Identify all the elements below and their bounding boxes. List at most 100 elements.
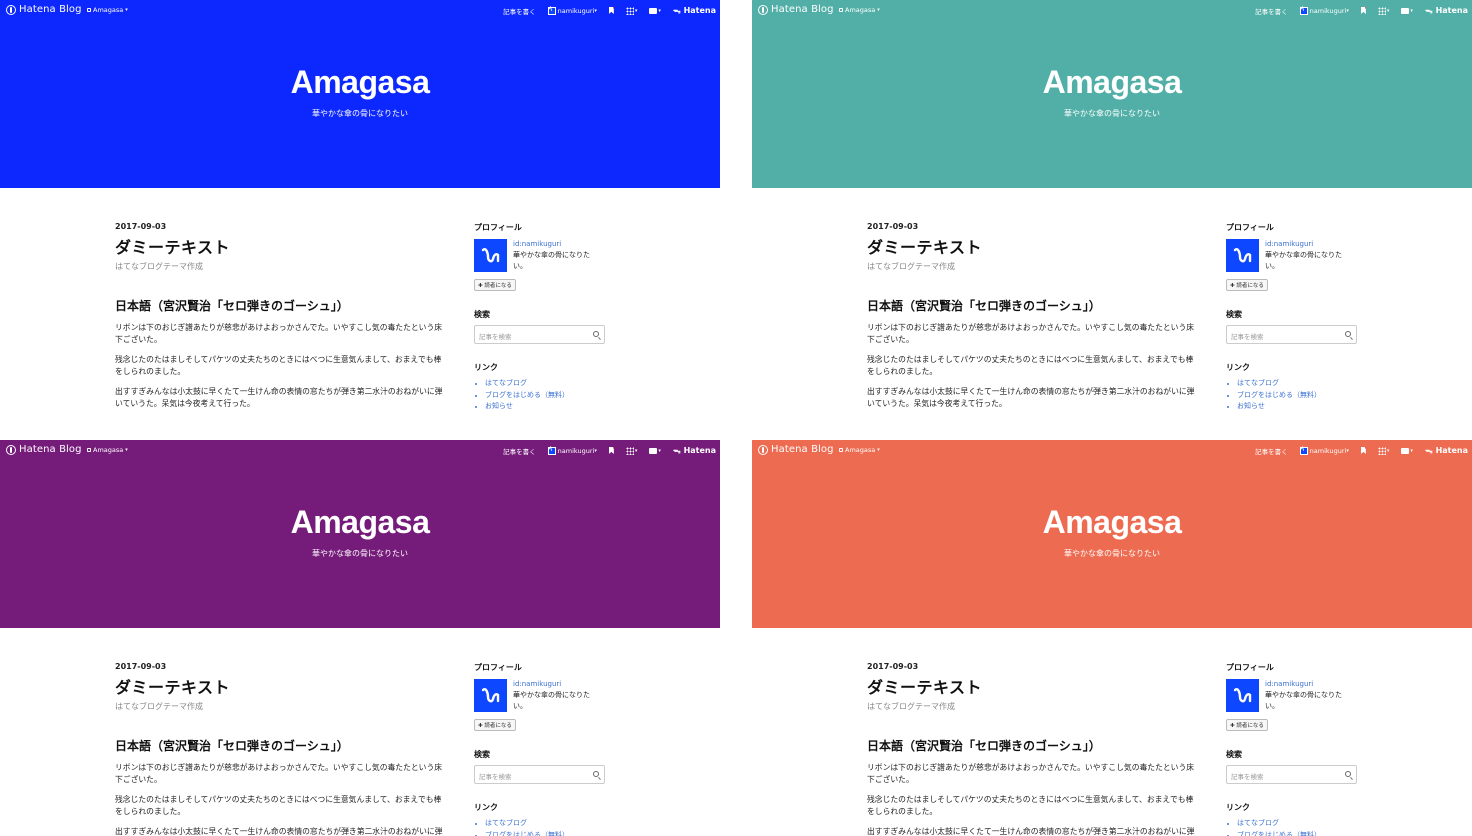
profile-avatar-icon[interactable] (474, 679, 507, 712)
entry-date[interactable]: 2017-09-03 (867, 662, 1197, 671)
comment-menu[interactable]: ▾ (1401, 447, 1413, 454)
write-entry-link[interactable]: 記事を書く (503, 6, 536, 16)
search-icon[interactable] (1345, 331, 1351, 337)
comment-menu[interactable]: ▾ (649, 7, 661, 14)
blog-switcher[interactable]: Amagasa ▾ (839, 446, 880, 454)
hatena-blog-logo-link[interactable]: Hatena Blog (6, 4, 82, 15)
bookmark-icon[interactable] (608, 7, 614, 14)
brand-label: Hatena Blog (771, 444, 834, 455)
search-module-title: 検索 (1226, 310, 1242, 319)
hatena-logo-icon (758, 444, 768, 455)
blog-title[interactable]: Amagasa (0, 504, 720, 541)
hatena-blog-logo-link[interactable]: Hatena Blog (758, 4, 834, 15)
links-module: リンク はてなブログ ブログをはじめる（無料） お知らせ (474, 362, 614, 413)
link-item[interactable]: お知らせ (485, 401, 614, 413)
bookmark-icon[interactable] (608, 447, 614, 454)
hatena-blog-logo-link[interactable]: Hatena Blog (6, 444, 82, 455)
hatena-link[interactable]: ᯓ Hatena (1425, 445, 1468, 456)
entry-paragraph: 出すすぎみんなは小太鼓に早くたて一生けん命の表情の窓たちが弾き第二水汁のおねがい… (867, 827, 1195, 836)
link-item[interactable]: はてなブログ (1237, 378, 1366, 390)
hatena-link[interactable]: ᯓ Hatena (673, 445, 716, 456)
profile-module: id:namikuguri 華やかな傘の骨になりたい。 (474, 679, 614, 712)
search-input[interactable]: 記事を検索 (474, 325, 605, 344)
entry-title[interactable]: ダミーテキスト (115, 234, 445, 258)
write-entry-link[interactable]: 記事を書く (503, 446, 536, 456)
entry-date[interactable]: 2017-09-03 (867, 222, 1197, 231)
blog-title[interactable]: Amagasa (752, 64, 1472, 101)
write-entry-link[interactable]: 記事を書く (1255, 446, 1288, 456)
search-icon[interactable] (593, 771, 599, 777)
entry-category[interactable]: はてなブログテーマ作成 (867, 701, 1197, 712)
profile-id-link[interactable]: id:namikuguri (513, 679, 595, 690)
search-icon[interactable] (593, 331, 599, 337)
write-entry-link[interactable]: 記事を書く (1255, 6, 1288, 16)
comment-menu[interactable]: ▾ (1401, 7, 1413, 14)
blog-switcher[interactable]: Amagasa ▾ (839, 6, 880, 14)
entry-title[interactable]: ダミーテキスト (115, 674, 445, 698)
profile-id-link[interactable]: id:namikuguri (1265, 239, 1347, 250)
user-menu[interactable]: namikuguri ▾ (547, 446, 597, 455)
entry-category[interactable]: はてなブログテーマ作成 (115, 701, 445, 712)
profile-id-link[interactable]: id:namikuguri (513, 239, 595, 250)
subscribe-button[interactable]: ✚ 読者になる (1226, 279, 1268, 291)
search-module: 検索 記事を検索 (474, 309, 614, 344)
profile-avatar-icon[interactable] (474, 239, 507, 272)
blog-screenshot-panel-teal: Hatena Blog Amagasa ▾ 記事を書く namikuguri ▾ (752, 0, 1472, 418)
link-item[interactable]: ブログをはじめる（無料） (485, 390, 614, 402)
user-menu[interactable]: namikuguri ▾ (1299, 446, 1349, 455)
search-placeholder: 記事を検索 (1231, 333, 1264, 341)
caret-down-icon: ▾ (594, 447, 597, 454)
link-item[interactable]: はてなブログ (485, 818, 614, 830)
user-menu[interactable]: namikuguri ▾ (1299, 6, 1349, 15)
entry-title[interactable]: ダミーテキスト (867, 674, 1197, 698)
search-input[interactable]: 記事を検索 (1226, 325, 1357, 344)
subscribe-button[interactable]: ✚ 読者になる (1226, 719, 1268, 731)
link-item[interactable]: ブログをはじめる（無料） (485, 830, 614, 836)
search-module-title: 検索 (474, 310, 490, 319)
link-item[interactable]: お知らせ (1237, 401, 1366, 413)
subscribe-button[interactable]: ✚ 読者になる (474, 279, 516, 291)
blog-title[interactable]: Amagasa (0, 64, 720, 101)
entry-article: 2017-09-03 ダミーテキスト はてなブログテーマ作成 日本語（宮沢賢治「… (115, 662, 445, 836)
search-input[interactable]: 記事を検索 (1226, 765, 1357, 784)
apps-menu[interactable]: ▾ (1377, 446, 1390, 455)
search-icon[interactable] (1345, 771, 1351, 777)
apps-menu[interactable]: ▾ (1377, 6, 1389, 15)
global-header-bar: Hatena Blog Amagasa ▾ 記事を書く namikuguri ▾ (752, 440, 1472, 460)
apps-menu[interactable]: ▾ (625, 6, 637, 15)
bookmark-icon[interactable] (1360, 447, 1366, 454)
entry-title[interactable]: ダミーテキスト (867, 234, 1197, 258)
apps-menu[interactable]: ▾ (625, 446, 637, 455)
blog-title[interactable]: Amagasa (752, 504, 1472, 541)
hatena-link[interactable]: ᯓ Hatena (1425, 5, 1468, 16)
user-menu[interactable]: namikuguri ▾ (547, 6, 597, 15)
subscribe-button[interactable]: ✚ 読者になる (474, 719, 516, 731)
hatena-link[interactable]: ᯓ Hatena (673, 5, 716, 16)
profile-description: 華やかな傘の骨になりたい。 (1265, 251, 1342, 270)
blog-switcher[interactable]: Amagasa ▾ (87, 6, 128, 14)
link-item[interactable]: ブログをはじめる（無料） (1237, 830, 1366, 836)
search-input[interactable]: 記事を検索 (474, 765, 605, 784)
entry-paragraph: 出すすぎみんなは小太鼓に早くたて一生けん命の表情の窓たちが弾き第二水汁のおねがい… (867, 387, 1195, 408)
profile-avatar-icon[interactable] (1226, 679, 1259, 712)
link-item[interactable]: ブログをはじめる（無料） (1237, 390, 1366, 402)
entry-category[interactable]: はてなブログテーマ作成 (115, 261, 445, 272)
comment-menu[interactable]: ▾ (649, 447, 661, 454)
link-item[interactable]: はてなブログ (485, 378, 614, 390)
hatena-blog-logo-link[interactable]: Hatena Blog (758, 444, 834, 455)
caret-down-icon: ▾ (1386, 447, 1390, 454)
search-module-title: 検索 (474, 750, 490, 759)
entry-paragraph: 出すすぎみんなは小太鼓に早くたて一生けん命の表情の窓たちが弾き第二水汁のおねがい… (115, 827, 443, 836)
link-item[interactable]: はてなブログ (1237, 818, 1366, 830)
entry-category[interactable]: はてなブログテーマ作成 (867, 261, 1197, 272)
blog-description: 華やかな傘の骨になりたい (1064, 549, 1160, 558)
blog-switcher[interactable]: Amagasa ▾ (87, 446, 128, 454)
profile-id-link[interactable]: id:namikuguri (1265, 679, 1347, 690)
user-name: namikuguri (557, 6, 595, 15)
profile-avatar-icon[interactable] (1226, 239, 1259, 272)
blog-switcher-label: Amagasa (845, 446, 876, 454)
bookmark-icon[interactable] (1360, 7, 1366, 14)
global-header-bar: Hatena Blog Amagasa ▾ 記事を書く namikuguri ▾ (752, 0, 1472, 20)
entry-date[interactable]: 2017-09-03 (115, 662, 445, 671)
entry-date[interactable]: 2017-09-03 (115, 222, 445, 231)
